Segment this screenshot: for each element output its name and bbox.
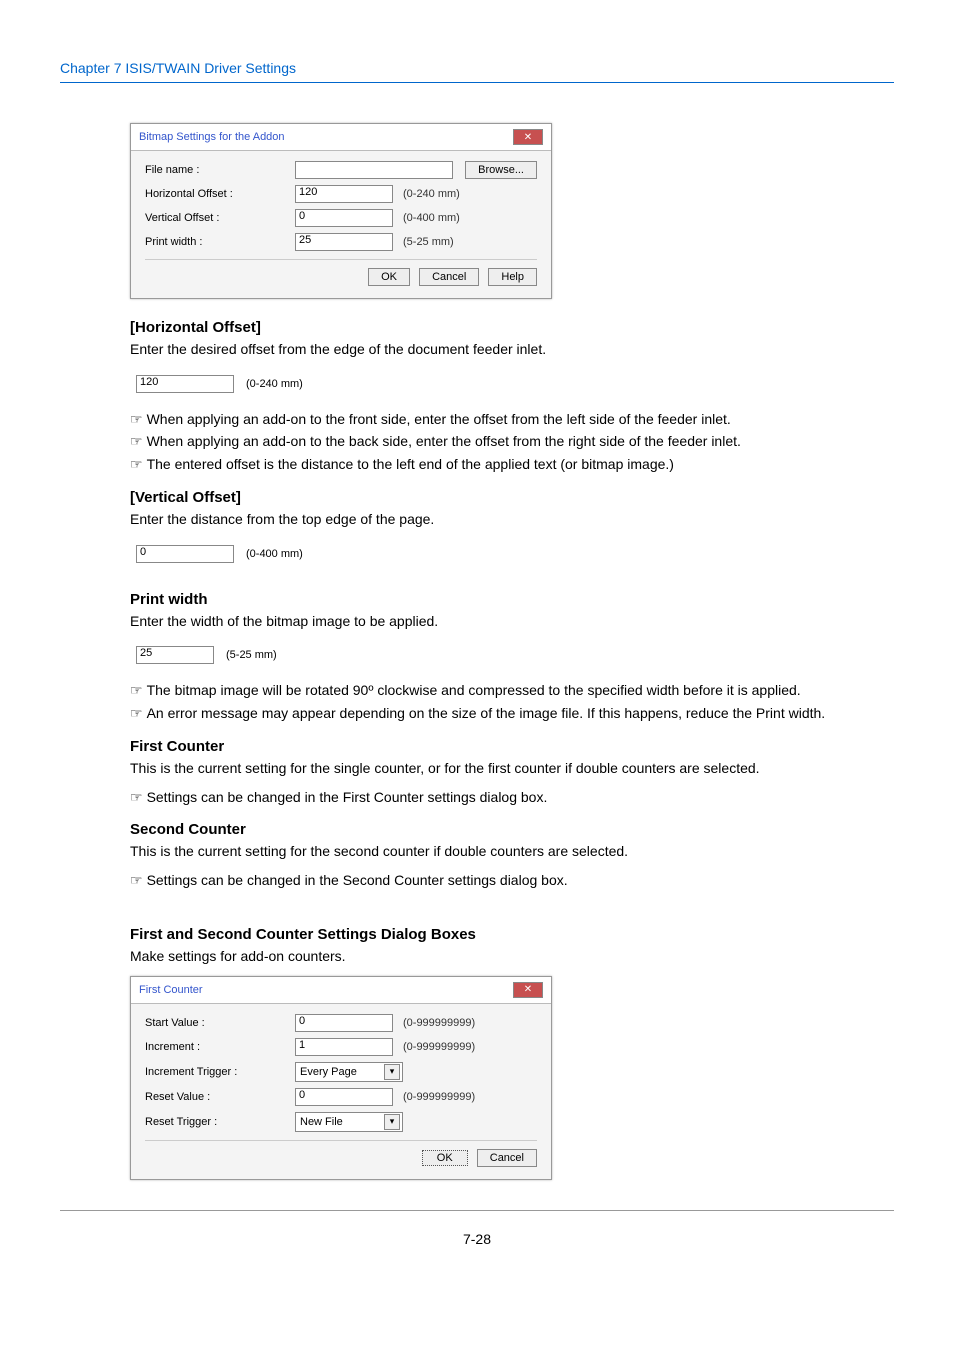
print-width-label: Print width : <box>145 236 295 248</box>
close-icon[interactable]: ✕ <box>513 982 543 998</box>
vertical-offset-input[interactable]: 0 <box>136 545 234 563</box>
body-text: This is the current setting for the sing… <box>130 759 894 778</box>
reset-trigger-select[interactable]: New File▾ <box>295 1112 403 1132</box>
horizontal-offset-label: Horizontal Offset : <box>145 188 295 200</box>
range-text: (0-400 mm) <box>403 212 460 224</box>
first-counter-heading: First Counter <box>130 738 894 755</box>
increment-trigger-select[interactable]: Every Page▾ <box>295 1062 403 1082</box>
vertical-offset-label: Vertical Offset : <box>145 212 295 224</box>
filename-input[interactable] <box>295 161 453 179</box>
reset-trigger-label: Reset Trigger : <box>145 1116 295 1128</box>
close-icon[interactable]: ✕ <box>513 129 543 145</box>
chevron-down-icon: ▾ <box>384 1064 400 1080</box>
second-counter-heading: Second Counter <box>130 821 894 838</box>
body-text: Make settings for add-on counters. <box>130 947 894 966</box>
body-text: This is the current setting for the seco… <box>130 842 894 861</box>
range-text: (0-400 mm) <box>246 548 303 560</box>
increment-label: Increment : <box>145 1041 295 1053</box>
hand-icon: ☞ <box>130 433 143 449</box>
range-text: (0-999999999) <box>403 1041 475 1053</box>
cancel-button[interactable]: Cancel <box>419 268 479 286</box>
vertical-offset-heading: [Vertical Offset] <box>130 489 894 506</box>
breadcrumb: Chapter 7 ISIS/TWAIN Driver Settings <box>60 60 894 76</box>
inline-field: 0 (0-400 mm) <box>136 545 303 563</box>
reset-value-input[interactable]: 0 <box>295 1088 393 1106</box>
ok-button[interactable]: OK <box>368 268 410 286</box>
first-counter-dialog: First Counter ✕ Start Value : 0 (0-99999… <box>130 976 552 1180</box>
start-value-label: Start Value : <box>145 1017 295 1029</box>
horizontal-offset-input[interactable]: 120 <box>295 185 393 203</box>
increment-trigger-label: Increment Trigger : <box>145 1066 295 1078</box>
hand-icon: ☞ <box>130 872 143 888</box>
note: ☞When applying an add-on to the back sid… <box>130 432 894 452</box>
range-text: (0-240 mm) <box>246 378 303 390</box>
note: ☞Settings can be changed in the First Co… <box>130 788 894 808</box>
counter-dialog-heading: First and Second Counter Settings Dialog… <box>130 926 894 943</box>
dialog-title-text: First Counter <box>139 984 203 996</box>
body-text: Enter the desired offset from the edge o… <box>130 340 894 359</box>
note: ☞Settings can be changed in the Second C… <box>130 871 894 891</box>
note: ☞The entered offset is the distance to t… <box>130 455 894 475</box>
increment-input[interactable]: 1 <box>295 1038 393 1056</box>
divider <box>60 82 894 83</box>
hand-icon: ☞ <box>130 682 143 698</box>
hand-icon: ☞ <box>130 705 143 721</box>
horizontal-offset-input[interactable]: 120 <box>136 375 234 393</box>
range-text: (0-999999999) <box>403 1017 475 1029</box>
vertical-offset-input[interactable]: 0 <box>295 209 393 227</box>
dialog-title-text: Bitmap Settings for the Addon <box>139 131 285 143</box>
horizontal-offset-heading: [Horizontal Offset] <box>130 319 894 336</box>
hand-icon: ☞ <box>130 789 143 805</box>
cancel-button[interactable]: Cancel <box>477 1149 537 1167</box>
help-button[interactable]: Help <box>488 268 537 286</box>
range-text: (5-25 mm) <box>226 649 277 661</box>
dialog-titlebar: Bitmap Settings for the Addon ✕ <box>131 124 551 151</box>
body-text: Enter the distance from the top edge of … <box>130 510 894 529</box>
start-value-input[interactable]: 0 <box>295 1014 393 1032</box>
inline-field: 25 (5-25 mm) <box>136 646 277 664</box>
note: ☞The bitmap image will be rotated 90º cl… <box>130 681 894 701</box>
inline-field: 120 (0-240 mm) <box>136 375 303 393</box>
print-width-heading: Print width <box>130 591 894 608</box>
print-width-input[interactable]: 25 <box>295 233 393 251</box>
filename-label: File name : <box>145 164 295 176</box>
hand-icon: ☞ <box>130 411 143 427</box>
range-text: (0-999999999) <box>403 1091 475 1103</box>
note: ☞When applying an add-on to the front si… <box>130 410 894 430</box>
dialog-titlebar: First Counter ✕ <box>131 977 551 1004</box>
bitmap-settings-dialog: Bitmap Settings for the Addon ✕ File nam… <box>130 123 552 299</box>
note: ☞An error message may appear depending o… <box>130 704 894 724</box>
reset-value-label: Reset Value : <box>145 1091 295 1103</box>
range-text: (0-240 mm) <box>403 188 460 200</box>
range-text: (5-25 mm) <box>403 236 454 248</box>
print-width-input[interactable]: 25 <box>136 646 214 664</box>
ok-button[interactable]: OK <box>422 1150 468 1166</box>
hand-icon: ☞ <box>130 456 143 472</box>
browse-button[interactable]: Browse... <box>465 161 537 179</box>
page-number: 7-28 <box>60 1211 894 1267</box>
body-text: Enter the width of the bitmap image to b… <box>130 612 894 631</box>
chevron-down-icon: ▾ <box>384 1114 400 1130</box>
